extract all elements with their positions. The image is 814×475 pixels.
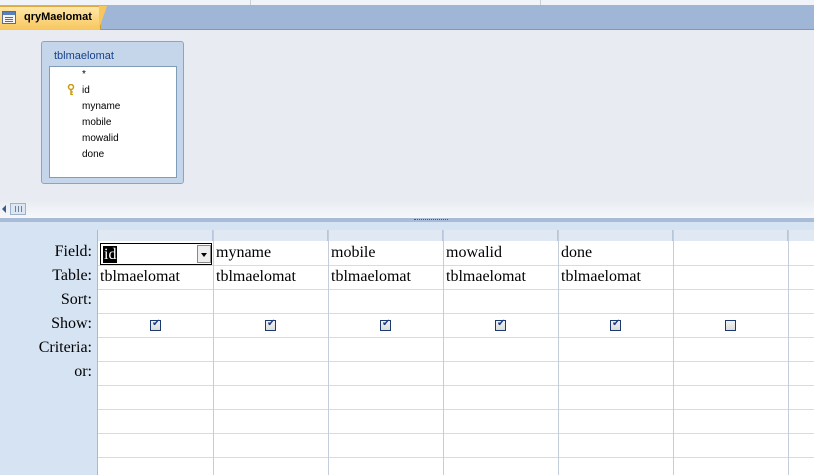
grid-row-labels: Field: Table: Sort: Show: Criteria: or:: [0, 230, 97, 475]
table-box-title: tblmaelomat: [54, 50, 114, 62]
show-checkbox[interactable]: ✔: [150, 318, 161, 331]
field-cell[interactable]: done: [561, 244, 592, 262]
field-cell[interactable]: mowalid: [446, 244, 502, 262]
grid-line: [98, 433, 814, 434]
grid-line: [788, 230, 789, 475]
row-label-or: or:: [74, 363, 92, 380]
show-checkbox[interactable]: ✔: [495, 318, 506, 331]
table-cell[interactable]: tblmaelomat: [331, 268, 411, 286]
row-label-field: Field:: [54, 243, 92, 260]
query-design-grid[interactable]: id tblmaelomat ✔ myname tblmaelomat ✔ mo…: [97, 230, 814, 475]
tab-qrymaelomat[interactable]: qryMaelomat: [0, 6, 101, 30]
show-checkbox[interactable]: ✔: [265, 318, 276, 331]
checkmark-icon: ✔: [152, 318, 161, 329]
column-selector[interactable]: [98, 230, 213, 241]
checkmark-icon: ✔: [382, 318, 391, 329]
field-cell[interactable]: mobile: [331, 244, 375, 262]
field-cell[interactable]: myname: [216, 244, 271, 262]
scroll-thumb[interactable]: [10, 203, 26, 215]
document-tab-bar: qryMaelomat: [0, 5, 814, 30]
grid-line: [98, 457, 814, 458]
grid-line: [98, 409, 814, 410]
tab-edge: [99, 6, 107, 29]
grid-line: [213, 230, 214, 475]
field-item-done[interactable]: done: [82, 149, 104, 160]
field-item-mowalid[interactable]: mowalid: [82, 133, 119, 144]
row-label-show: Show:: [51, 315, 92, 332]
checkmark-icon: ✔: [497, 318, 506, 329]
field-dropdown-button[interactable]: [197, 245, 211, 263]
column-selector[interactable]: [328, 230, 443, 241]
checkmark-icon: ✔: [612, 318, 621, 329]
field-value-selected[interactable]: id: [103, 246, 118, 263]
scroll-left-arrow-icon[interactable]: [2, 205, 6, 213]
field-list[interactable]: * id myname mobile mowalid done: [49, 66, 177, 178]
field-cell-selected[interactable]: id: [100, 243, 212, 265]
grid-line: [558, 230, 559, 475]
table-cell[interactable]: tblmaelomat: [446, 268, 526, 286]
checkmark-icon: ✔: [267, 318, 276, 329]
grid-top-strip: [0, 222, 814, 230]
grid-line: [98, 385, 814, 386]
field-item-myname[interactable]: myname: [82, 101, 120, 112]
field-item-mobile[interactable]: mobile: [82, 117, 111, 128]
tab-label: qryMaelomat: [24, 11, 92, 23]
grid-line: [673, 230, 674, 475]
grid-line: [98, 265, 814, 266]
show-checkbox[interactable]: ✔: [380, 318, 391, 331]
key-icon: [67, 84, 75, 96]
row-label-table: Table:: [52, 267, 92, 284]
horizontal-scrollbar[interactable]: [0, 202, 28, 216]
show-checkbox[interactable]: ✔: [610, 318, 621, 331]
column-selector[interactable]: [213, 230, 328, 241]
grid-line: [98, 361, 814, 362]
field-item-all[interactable]: *: [82, 69, 86, 80]
grid-line: [98, 337, 814, 338]
table-cell[interactable]: tblmaelomat: [216, 268, 296, 286]
query-icon: [2, 11, 16, 24]
grid-line: [98, 313, 814, 314]
column-selector[interactable]: [673, 230, 788, 241]
grid-line: [98, 289, 814, 290]
row-label-criteria: Criteria:: [38, 339, 92, 356]
table-cell[interactable]: tblmaelomat: [100, 268, 180, 286]
field-item-id[interactable]: id: [82, 85, 90, 96]
column-selector[interactable]: [788, 230, 814, 241]
grid-line: [328, 230, 329, 475]
column-selector[interactable]: [443, 230, 558, 241]
table-cell[interactable]: tblmaelomat: [561, 268, 641, 286]
row-label-sort: Sort:: [60, 291, 92, 308]
column-selector[interactable]: [558, 230, 673, 241]
show-checkbox[interactable]: [725, 320, 736, 331]
table-field-list-box[interactable]: tblmaelomat * id myname mobile mowalid d…: [41, 41, 184, 184]
grid-line: [443, 230, 444, 475]
